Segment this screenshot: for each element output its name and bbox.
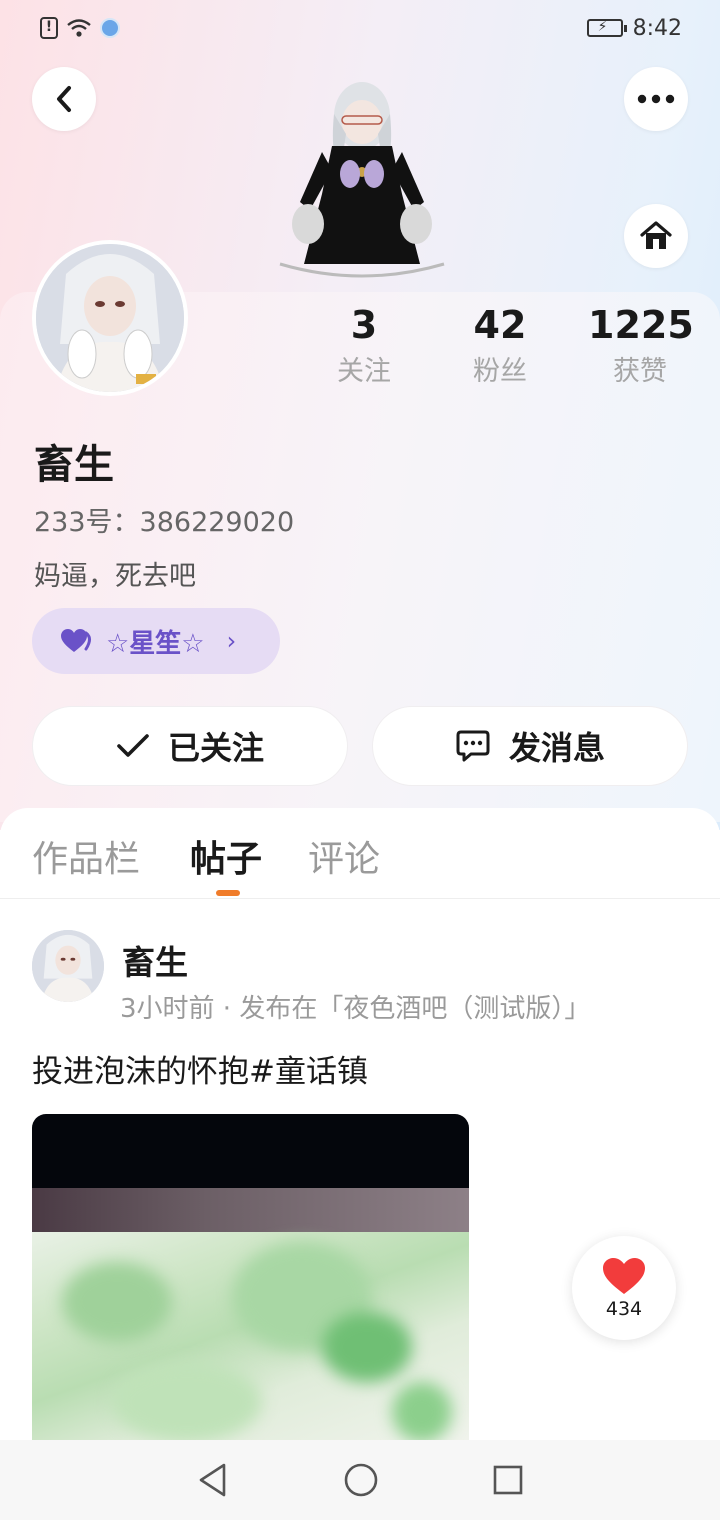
stat-label: 获赞 — [613, 356, 667, 387]
profile-tabs: 作品栏 帖子 评论 — [0, 820, 720, 900]
home-icon — [640, 221, 672, 249]
status-bar: ! ⚡ 8:42 — [0, 0, 720, 56]
battery-charging-icon: ⚡ — [586, 19, 627, 37]
stat-label: 粉丝 — [473, 356, 527, 387]
tab-comments[interactable]: 评论 — [308, 830, 380, 882]
nav-home-icon[interactable] — [343, 1462, 379, 1498]
post-text[interactable]: 投进泡沫的怀抱#童话镇 — [32, 1046, 368, 1091]
like-count: 434 — [605, 1298, 643, 1320]
avatar[interactable] — [32, 240, 188, 396]
status-time: 8:42 — [632, 15, 682, 41]
nav-back-icon[interactable] — [196, 1462, 230, 1498]
heart-badge-icon — [61, 629, 91, 652]
wifi-icon — [67, 19, 91, 37]
post-image-band — [32, 1188, 469, 1232]
more-horizontal-icon — [637, 94, 675, 104]
post-image[interactable] — [32, 1114, 469, 1454]
status-icons-right: ⚡ 8:42 — [586, 15, 682, 41]
stat-following[interactable]: 3 关注 — [324, 300, 404, 392]
avatar-image — [36, 244, 184, 392]
stat-value: 1225 — [588, 303, 694, 347]
send-message-label: 发消息 — [508, 729, 605, 767]
follow-button-label: 已关注 — [167, 729, 264, 767]
stat-value: 3 — [350, 303, 378, 347]
tab-works[interactable]: 作品栏 — [32, 830, 140, 882]
post-meta[interactable]: 3小时前 · 发布在「夜色酒吧（测试版）」 — [120, 988, 590, 1025]
alert-icon: ! — [40, 17, 58, 39]
chevron-right-icon: › — [226, 627, 237, 655]
club-name: ☆星笙☆ — [106, 628, 205, 659]
club-badge-button[interactable]: ☆星笙☆ › — [32, 608, 280, 674]
send-message-button[interactable]: 发消息 — [372, 706, 688, 786]
avatar-image — [32, 930, 104, 1002]
stat-likes[interactable]: 1225 获赞 — [588, 300, 694, 392]
divider — [0, 898, 720, 899]
like-button[interactable]: 434 — [572, 1236, 676, 1340]
profile-bio: 妈逼，死去吧 — [34, 561, 196, 592]
follow-button[interactable]: 已关注 — [32, 706, 348, 786]
heart-icon — [603, 1258, 645, 1294]
app-notification-icon — [100, 18, 120, 38]
chat-bubble-icon — [456, 730, 490, 762]
stat-label: 关注 — [337, 356, 391, 387]
tab-active-indicator — [216, 890, 240, 896]
profile-nickname: 畜生 — [34, 442, 114, 488]
system-navigation-bar — [0, 1440, 720, 1520]
chevron-left-icon — [57, 86, 71, 112]
home-button[interactable] — [624, 204, 688, 268]
stat-followers[interactable]: 42 粉丝 — [460, 300, 540, 392]
profile-uid: 233号：386229020 — [34, 507, 295, 538]
character-model-image — [279, 82, 445, 278]
nav-recents-icon[interactable] — [492, 1464, 524, 1496]
check-icon — [117, 734, 149, 757]
status-icons-left: ! — [40, 17, 120, 39]
post-author-avatar[interactable] — [32, 930, 104, 1002]
stat-value: 42 — [473, 303, 527, 347]
tab-posts[interactable]: 帖子 — [190, 830, 262, 882]
more-options-button[interactable] — [624, 67, 688, 131]
post-author-name[interactable]: 畜生 — [122, 936, 188, 984]
post-image-blurred-content — [32, 1232, 469, 1454]
back-button[interactable] — [32, 67, 96, 131]
